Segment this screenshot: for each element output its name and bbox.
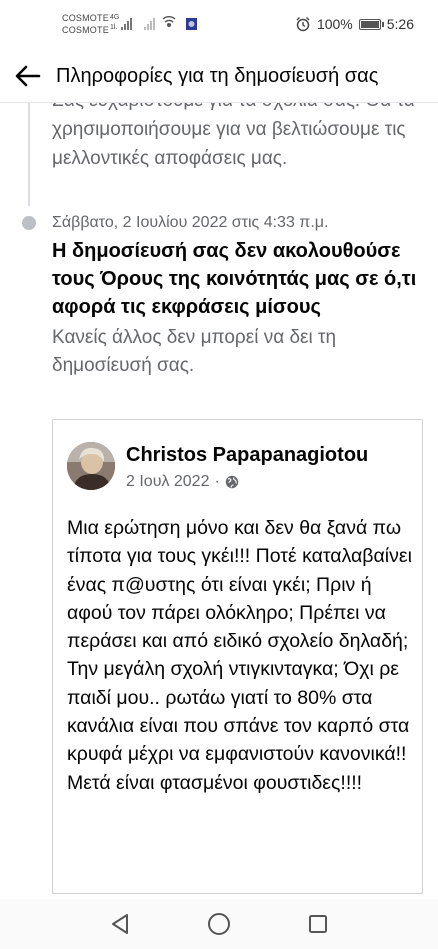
carrier-2-label: COSMOTE (62, 25, 109, 35)
timeline-entry: Σάββατο, 2 Ιουλίου 2022 στις 4:33 π.μ. Η… (52, 212, 422, 380)
nav-back-button[interactable] (100, 904, 140, 944)
nav-home-button[interactable] (199, 904, 239, 944)
entry-date: Σάββατο, 2 Ιουλίου 2022 στις 4:33 π.μ. (52, 214, 329, 231)
carrier-1-label: COSMOTE (62, 13, 109, 23)
page-title: Πληροφορίες για τη δημοσίευσή σας (56, 64, 379, 87)
avatar[interactable] (67, 442, 115, 490)
status-bar: COSMOTE COSMOTE 4G 1l. 100% 5:26 (0, 0, 438, 50)
previous-entry-text: Σας ευχαριστούμε για τα σχόλιά σας. Θα τ… (52, 102, 415, 169)
clock: 5:26 (386, 16, 414, 32)
signal-1-icon (121, 18, 132, 30)
globe-icon (225, 475, 239, 489)
back-button[interactable] (0, 50, 56, 102)
network-type-1: 4G (110, 14, 120, 21)
entry-title: Η δημοσίευσή σας δεν ακολουθούσε τους Όρ… (52, 240, 417, 318)
triangle-back-icon (111, 914, 128, 934)
status-right: 100% 5:26 (295, 16, 414, 32)
post-meta: 2 Ιουλ 2022 · (126, 473, 239, 491)
system-nav-bar (0, 899, 438, 949)
hotspot-icon (162, 16, 176, 27)
post-body-text: Μια ερώτηση μόνο και δεν θα ξανά πω τίπο… (67, 517, 412, 794)
circle-home-icon (207, 913, 230, 935)
signal-2-icon (144, 18, 155, 30)
square-recents-icon (309, 915, 328, 933)
status-extra-icons (162, 16, 198, 32)
battery-icon (358, 18, 384, 30)
timeline-content[interactable]: Σας ευχαριστούμε για τα σχόλιά σας. Θα τ… (0, 102, 438, 899)
entry-description: Κανείς άλλος δεν μπορεί να δει τη δημοσί… (52, 327, 337, 376)
alarm-icon (296, 17, 310, 32)
timeline-dot (22, 216, 36, 230)
battery-percent: 100% (316, 16, 353, 32)
battery-fill (360, 20, 379, 28)
profile-photo (67, 442, 115, 490)
nav-recents-button[interactable] (298, 904, 338, 944)
app-header: Πληροφορίες για τη δημοσίευσή σας (0, 50, 438, 102)
carrier-labels: COSMOTE COSMOTE (62, 12, 109, 36)
timeline-line (28, 102, 30, 206)
meta-separator: · (214, 473, 220, 490)
post-date[interactable]: 2 Ιουλ 2022 (126, 473, 209, 491)
post-card[interactable]: Christos Papapanagiotou 2 Ιουλ 2022 · Μι… (52, 419, 423, 894)
post-author[interactable]: Christos Papapanagiotou (126, 444, 368, 467)
arrow-left-icon (15, 65, 41, 87)
network-type-2: 1l. (110, 24, 118, 31)
